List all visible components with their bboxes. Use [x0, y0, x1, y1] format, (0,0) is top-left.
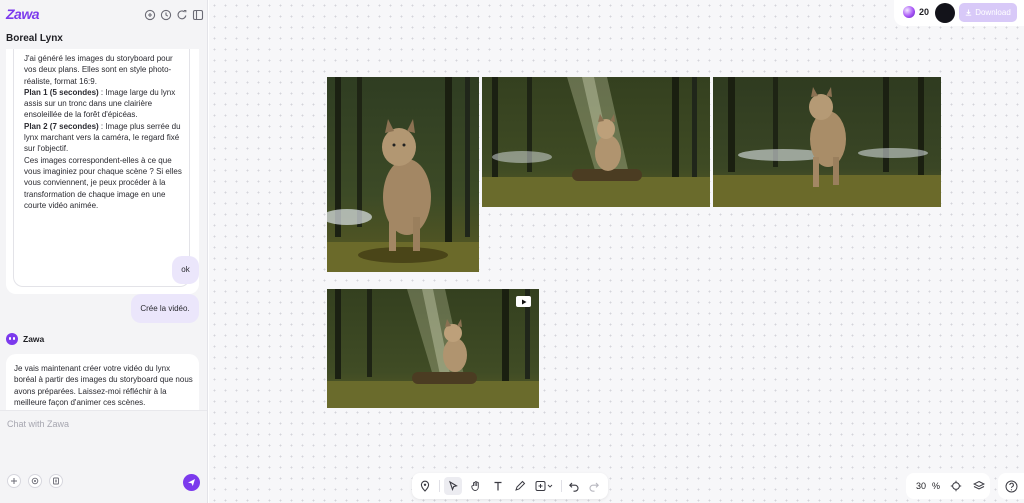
history-icon[interactable]	[160, 8, 172, 21]
assistant-avatar	[6, 333, 18, 345]
assistant-message: J'ai généré les images du storyboard pou…	[6, 49, 199, 294]
assistant-message-text: J'ai généré les images du storyboard pou…	[24, 53, 186, 211]
chat-composer	[0, 410, 207, 503]
attachment-icon[interactable]	[49, 474, 63, 488]
crosshair-icon[interactable]	[949, 479, 963, 493]
plan1-label: Plan 1 (5 secondes)	[24, 87, 99, 97]
plus-icon[interactable]	[7, 474, 21, 488]
sidebar-toggle-icon[interactable]	[192, 8, 204, 21]
avatar[interactable]	[935, 3, 955, 23]
plan2-label: Plan 2 (7 secondes)	[24, 121, 99, 131]
pen-icon[interactable]	[513, 479, 527, 493]
toolbar-divider	[439, 480, 440, 492]
layers-icon[interactable]	[972, 479, 986, 493]
download-label: Download	[975, 8, 1011, 17]
credits-count: 20	[919, 7, 930, 17]
zoom-control: 30 %	[906, 473, 990, 499]
chat-panel: Zawa Boreal Lynx J'ai généré les images …	[0, 0, 208, 503]
assistant-message: Je vais maintenant créer votre vidéo du …	[6, 354, 199, 410]
help-button[interactable]	[998, 473, 1024, 499]
hand-icon[interactable]	[469, 479, 483, 493]
add-frame-icon[interactable]	[535, 479, 555, 493]
zoom-value[interactable]: 30	[916, 481, 926, 491]
assistant-message-text: Je vais maintenant créer votre vidéo du …	[14, 364, 193, 407]
canvas-image-lynx-walking[interactable]	[713, 77, 941, 207]
storyboard-summary-card: J'ai généré les images du storyboard pou…	[13, 49, 190, 287]
chat-history[interactable]: J'ai généré les images du storyboard pou…	[0, 49, 207, 410]
style-icon[interactable]	[28, 474, 42, 488]
assistant-name: Zawa	[23, 334, 45, 344]
intro-text: J'ai généré les images du storyboard pou…	[24, 54, 173, 86]
user-message: Crée la vidéo.	[131, 294, 199, 323]
text-icon[interactable]	[491, 479, 505, 493]
credits-icon	[903, 6, 915, 18]
redo-icon[interactable]	[587, 479, 601, 493]
closing-text: Ces images correspondent-elles à ce que …	[24, 155, 182, 210]
download-button[interactable]: Download	[959, 3, 1017, 22]
chat-input[interactable]	[7, 416, 197, 432]
send-icon[interactable]	[183, 474, 200, 491]
project-title: Boreal Lynx	[6, 33, 63, 44]
zoom-unit: %	[932, 481, 941, 491]
refresh-icon[interactable]	[176, 8, 188, 20]
download-icon	[966, 9, 972, 16]
canvas-video-lynx-log[interactable]	[327, 289, 539, 408]
user-message: ok	[172, 256, 199, 284]
canvas-image-lynx-standing[interactable]	[327, 77, 479, 272]
undo-icon[interactable]	[567, 479, 581, 493]
canvas-toolbar	[412, 473, 608, 499]
account-bar: 20 Download	[894, 0, 1024, 26]
video-play-icon[interactable]	[516, 296, 531, 307]
zawa-logo[interactable]: Zawa	[6, 6, 40, 22]
question-icon	[1005, 480, 1017, 492]
location-pin-icon[interactable]	[418, 479, 432, 493]
toolbar-divider	[561, 480, 562, 492]
canvas-image-lynx-sunbeam[interactable]	[482, 77, 710, 207]
cursor-icon[interactable]	[444, 477, 462, 495]
new-chat-icon[interactable]	[144, 8, 156, 21]
